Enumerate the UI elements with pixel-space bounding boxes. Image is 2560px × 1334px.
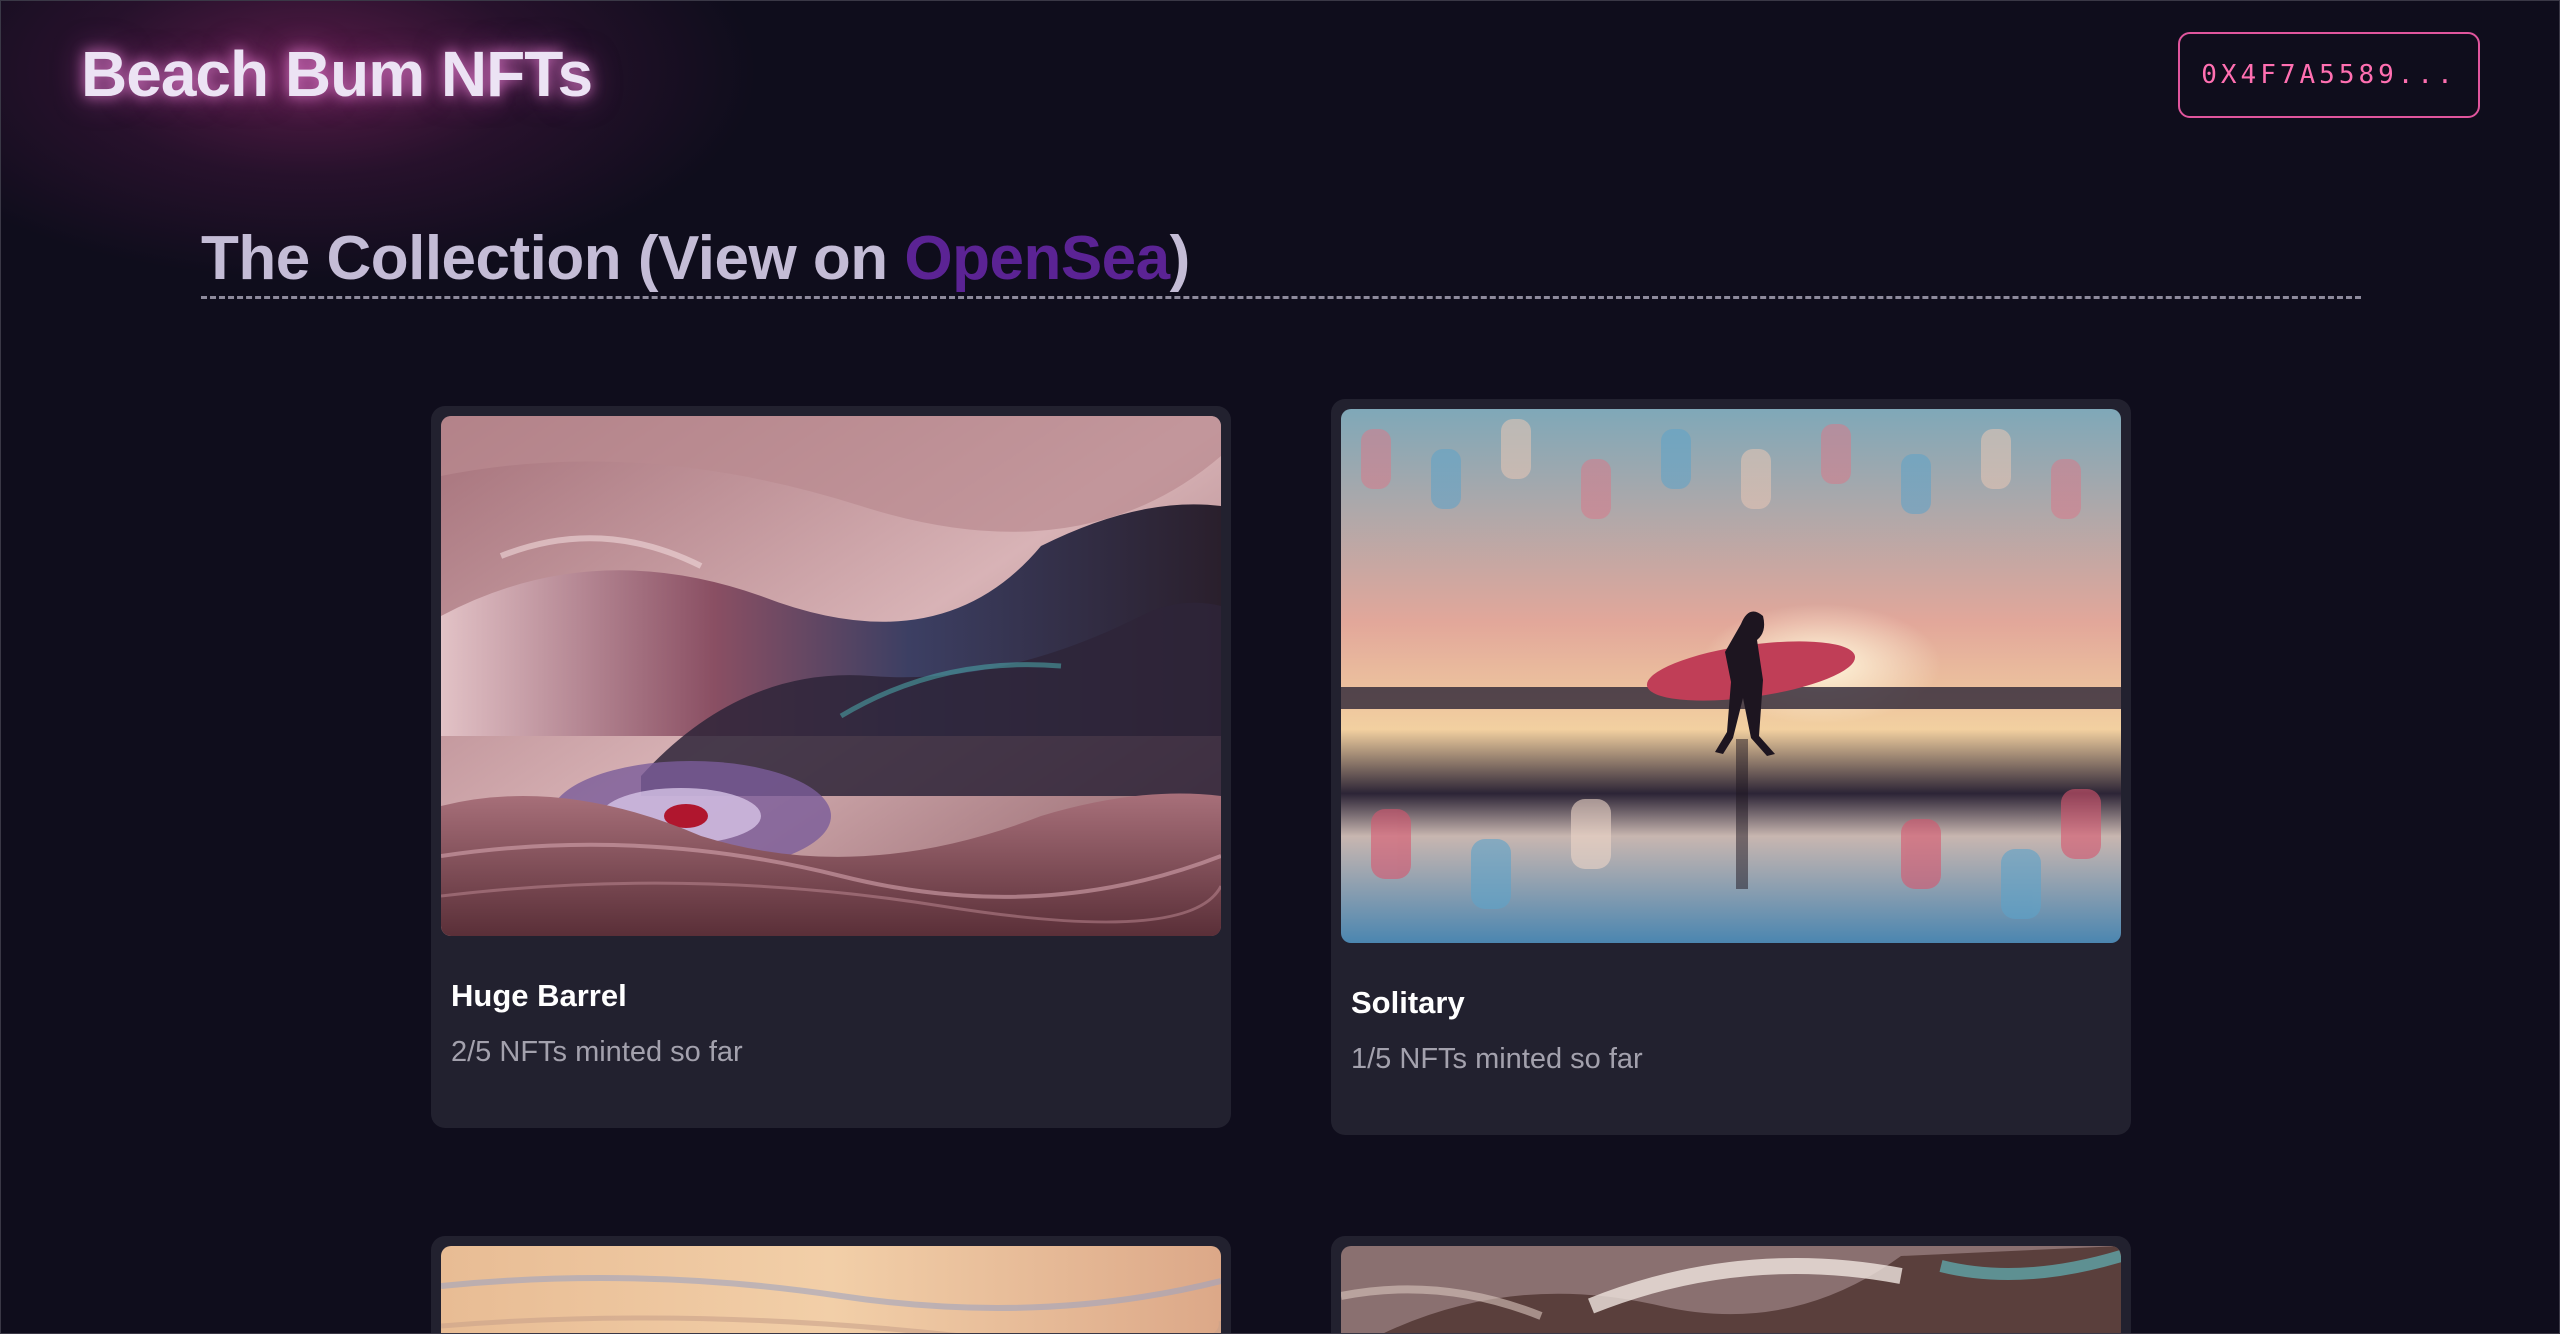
collection-title: The Collection (View on OpenSea) <box>201 223 1190 294</box>
nft-title: Huge Barrel <box>451 978 627 1013</box>
nft-card[interactable]: Solitary 1/5 NFTs minted so far <box>1331 399 2131 1135</box>
nft-card[interactable] <box>1331 1236 2131 1333</box>
collection-title-suffix: ) <box>1169 224 1191 293</box>
title-divider <box>201 296 2361 299</box>
wallet-address-button[interactable]: 0X4F7A5589... <box>2178 32 2480 118</box>
nft-card[interactable] <box>431 1236 1231 1333</box>
nft-minted-count: 2/5 NFTs minted so far <box>451 1036 743 1068</box>
nft-image-wave <box>441 416 1221 936</box>
collection-title-prefix: The Collection (View on <box>201 224 905 293</box>
nft-image-sand <box>441 1246 1221 1333</box>
nft-card[interactable]: Huge Barrel 2/5 NFTs minted so far <box>431 406 1231 1128</box>
site-logo[interactable]: Beach Bum NFTs <box>81 37 593 111</box>
opensea-link[interactable]: OpenSea <box>904 224 1170 293</box>
app-page: Beach Bum NFTs 0X4F7A5589... The Collect… <box>0 0 2560 1334</box>
nft-title: Solitary <box>1351 985 1465 1020</box>
nft-image-wave-dark <box>1341 1246 2121 1333</box>
nft-minted-count: 1/5 NFTs minted so far <box>1351 1043 1643 1075</box>
nft-image-surfer <box>1341 409 2121 943</box>
